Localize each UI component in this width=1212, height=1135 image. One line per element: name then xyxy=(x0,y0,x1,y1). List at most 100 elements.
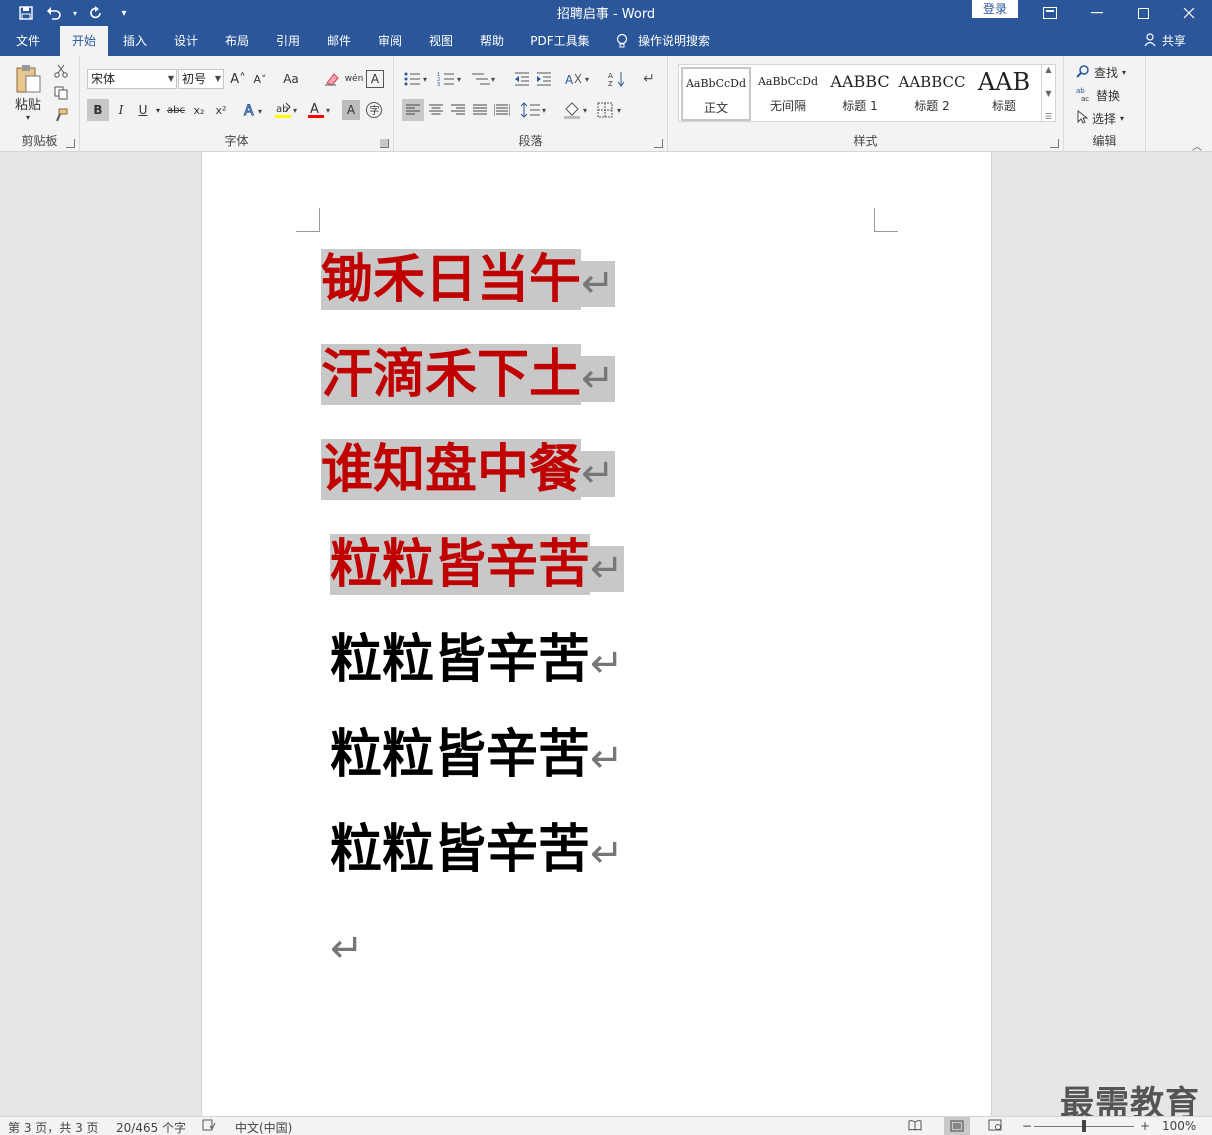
font-size-combo[interactable]: 初号 ▼ xyxy=(178,69,224,89)
bold-button[interactable]: B xyxy=(87,99,109,121)
underline-dropdown-icon[interactable]: ▾ xyxy=(153,99,163,121)
character-shading-icon[interactable]: A xyxy=(342,100,360,120)
zoom-in-button[interactable]: + xyxy=(1140,1119,1150,1133)
text-effects-icon[interactable]: A ▾ xyxy=(240,99,268,121)
customize-qat-icon[interactable]: ▾ xyxy=(112,2,136,24)
redo-icon[interactable] xyxy=(84,2,108,24)
show-formatting-marks-icon[interactable]: ↵ xyxy=(638,68,660,90)
paste-button[interactable]: 粘贴 ▾ xyxy=(10,62,46,124)
decrease-indent-icon[interactable] xyxy=(512,68,532,90)
select-button[interactable]: 选择 ▾ xyxy=(1076,108,1142,128)
borders-icon[interactable]: ▾ xyxy=(596,99,626,121)
grow-font-button[interactable]: A˄ xyxy=(228,69,248,89)
document-line[interactable]: 粒粒皆辛苦↵ xyxy=(330,802,624,897)
tab-view[interactable]: 视图 xyxy=(420,26,462,56)
superscript-button[interactable]: x² xyxy=(211,99,231,121)
collapse-ribbon-icon[interactable]: ︿ xyxy=(1192,138,1202,153)
gallery-up-icon[interactable]: ▲ xyxy=(1045,65,1051,74)
font-name-dropdown-icon[interactable]: ▼ xyxy=(168,70,174,88)
style-item-no-spacing[interactable]: AaBbCcDd 无间隔 xyxy=(753,67,823,121)
subscript-button[interactable]: x₂ xyxy=(189,99,209,121)
sort-icon[interactable]: AZ xyxy=(606,68,628,90)
login-button[interactable]: 登录 xyxy=(972,0,1018,18)
styles-launcher-icon[interactable] xyxy=(1050,139,1059,148)
style-item-heading-2[interactable]: AABBCC 标题 2 xyxy=(897,67,967,121)
read-mode-icon[interactable] xyxy=(908,1119,922,1134)
numbering-icon[interactable]: 1 2 3 ▾ xyxy=(436,68,466,90)
find-button[interactable]: 查找 ▾ xyxy=(1076,62,1142,82)
undo-icon[interactable] xyxy=(42,2,66,24)
distributed-icon[interactable] xyxy=(491,99,513,121)
clipboard-launcher-icon[interactable] xyxy=(66,139,75,148)
share-button[interactable]: 共享 xyxy=(1144,26,1186,56)
change-case-button[interactable]: Aa xyxy=(278,69,304,89)
document-line[interactable]: 粒粒皆辛苦↵ xyxy=(330,517,624,612)
document-page[interactable]: 锄禾日当午↵ 汗滴禾下土↵ 谁知盘中餐↵ 粒粒皆辛苦↵ 粒粒皆辛苦↵ 粒粒皆辛苦… xyxy=(201,152,992,1116)
paragraph-launcher-icon[interactable] xyxy=(654,139,663,148)
zoom-level[interactable]: 100% xyxy=(1162,1119,1196,1133)
strikethrough-button[interactable]: abc xyxy=(165,99,187,121)
document-line[interactable]: 粒粒皆辛苦↵ xyxy=(330,707,624,802)
word-count[interactable]: 20/465 个字 xyxy=(116,1119,186,1135)
font-color-icon[interactable]: A ▾ xyxy=(306,99,334,121)
align-right-icon[interactable] xyxy=(447,99,469,121)
style-item-title[interactable]: AAB 标题 xyxy=(969,67,1039,121)
document-line[interactable]: 粒粒皆辛苦↵ xyxy=(330,612,624,707)
italic-button[interactable]: I xyxy=(111,99,131,121)
underline-button[interactable]: U xyxy=(133,99,153,121)
font-launcher-icon[interactable] xyxy=(380,139,389,148)
zoom-slider-thumb[interactable] xyxy=(1082,1120,1086,1132)
tab-review[interactable]: 审阅 xyxy=(369,26,411,56)
style-gallery-scroll[interactable]: ▲ ▼ ☰ xyxy=(1041,65,1055,121)
chinese-layout-icon[interactable]: A ▾ xyxy=(564,68,594,90)
character-border-button[interactable]: A xyxy=(366,70,384,88)
line-spacing-icon[interactable]: ▾ xyxy=(520,99,550,121)
copy-icon[interactable] xyxy=(52,84,70,102)
tab-help[interactable]: 帮助 xyxy=(471,26,513,56)
shrink-font-button[interactable]: A˅ xyxy=(250,69,270,89)
maximize-icon[interactable] xyxy=(1120,0,1166,26)
proofing-icon[interactable] xyxy=(202,1119,216,1134)
bullets-icon[interactable]: ▾ xyxy=(402,68,432,90)
tab-home[interactable]: 开始 xyxy=(60,26,108,56)
web-layout-icon[interactable] xyxy=(988,1119,1002,1134)
tell-me-search[interactable]: 操作说明搜索 xyxy=(616,26,710,56)
align-left-icon[interactable] xyxy=(402,99,424,121)
increase-indent-icon[interactable] xyxy=(534,68,554,90)
multilevel-list-icon[interactable]: ▾ xyxy=(470,68,500,90)
phonetic-guide-button[interactable]: wén xyxy=(344,69,364,89)
font-name-combo[interactable]: 宋体 ▼ xyxy=(87,69,177,89)
clear-formatting-icon[interactable] xyxy=(322,69,342,89)
style-item-normal[interactable]: AaBbCcDd 正文 xyxy=(681,67,751,121)
tab-file[interactable]: 文件 xyxy=(6,26,50,56)
tab-pdf-tools[interactable]: PDF工具集 xyxy=(524,26,596,56)
shading-icon[interactable]: ▾ xyxy=(562,99,592,121)
document-line[interactable]: 锄禾日当午↵ xyxy=(321,232,615,327)
minimize-icon[interactable] xyxy=(1074,0,1120,26)
align-center-icon[interactable] xyxy=(425,99,447,121)
cut-icon[interactable] xyxy=(52,62,70,80)
zoom-out-button[interactable]: − xyxy=(1022,1119,1032,1133)
save-icon[interactable] xyxy=(14,2,38,24)
justify-icon[interactable] xyxy=(469,99,491,121)
document-line[interactable]: ↵ xyxy=(330,897,364,992)
replace-button[interactable]: ab ac 替换 xyxy=(1076,85,1142,105)
document-line[interactable]: 汗滴禾下土↵ xyxy=(321,327,615,422)
tab-design[interactable]: 设计 xyxy=(165,26,207,56)
document-area[interactable]: 锄禾日当午↵ 汗滴禾下土↵ 谁知盘中餐↵ 粒粒皆辛苦↵ 粒粒皆辛苦↵ 粒粒皆辛苦… xyxy=(0,152,1212,1116)
tab-layout[interactable]: 布局 xyxy=(216,26,258,56)
style-item-heading-1[interactable]: AABBC 标题 1 xyxy=(825,67,895,121)
tab-insert[interactable]: 插入 xyxy=(114,26,156,56)
font-size-dropdown-icon[interactable]: ▼ xyxy=(215,70,221,88)
gallery-down-icon[interactable]: ▼ xyxy=(1045,89,1051,98)
ribbon-display-options-icon[interactable] xyxy=(1027,0,1073,26)
close-icon[interactable] xyxy=(1166,0,1212,26)
tab-references[interactable]: 引用 xyxy=(267,26,309,56)
gallery-more-icon[interactable]: ☰ xyxy=(1045,112,1052,121)
undo-dropdown-icon[interactable]: ▾ xyxy=(70,2,80,24)
language[interactable]: 中文(中国) xyxy=(235,1119,292,1135)
page-count[interactable]: 第 3 页，共 3 页 xyxy=(8,1119,99,1135)
format-painter-icon[interactable] xyxy=(52,106,70,124)
print-layout-icon[interactable] xyxy=(944,1117,970,1135)
enclose-characters-icon[interactable]: 字 xyxy=(364,100,384,120)
